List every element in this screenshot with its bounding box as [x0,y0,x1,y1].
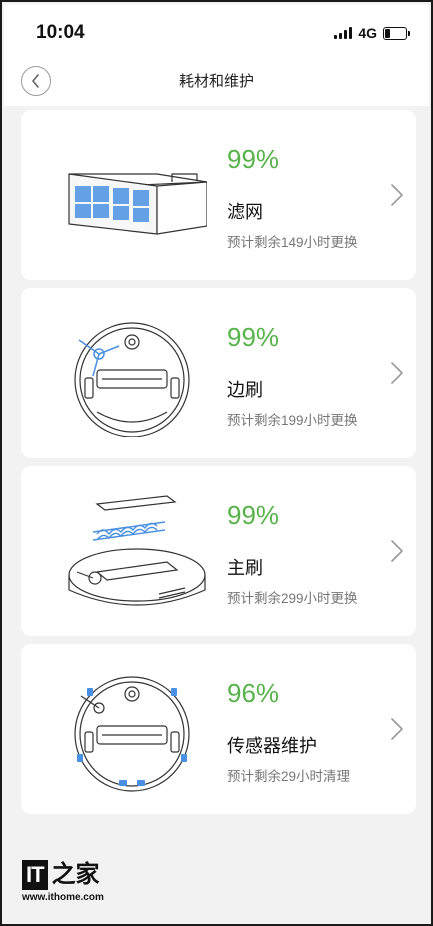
watermark-url: www.ithome.com [22,892,104,903]
app-frame: 10:04 4G 耗材和维护 99% 滤网 预计剩余149小时更换 99% 边刷… [0,0,433,926]
battery-icon [383,26,410,40]
consumable-card-main-brush[interactable]: 99% 主刷 预计剩余299小时更换 [21,466,416,636]
remaining-time: 预计剩余149小时更换 [227,235,358,250]
status-indicators: 4G [334,25,410,41]
status-time: 10:04 [36,22,85,43]
consumable-card-filter[interactable]: 99% 滤网 预计剩余149小时更换 [21,110,416,280]
consumable-name: 传感器维护 [227,736,317,756]
consumable-name: 滤网 [227,202,263,222]
consumable-card-sensor[interactable]: 96% 传感器维护 预计剩余29小时清理 [21,644,416,814]
watermark-logo-it: IT [22,860,48,890]
watermark: IT 之家 www.ithome.com [22,860,104,903]
remaining-time: 预计剩余29小时清理 [227,769,351,784]
chevron-right-icon [391,718,403,740]
consumable-card-side-brush[interactable]: 99% 边刷 预计剩余199小时更换 [21,288,416,458]
remaining-percent: 99% [227,322,280,352]
side-brush-icon [74,322,190,437]
network-type: 4G [358,25,377,41]
watermark-logo-text: 之家 [51,861,100,888]
remaining-time: 预计剩余199小时更换 [227,413,358,428]
remaining-time: 预计剩余299小时更换 [227,591,358,606]
chevron-right-icon [391,184,403,206]
status-bar: 10:04 4G [4,4,429,56]
chevron-right-icon [391,540,403,562]
remaining-percent: 99% [227,144,280,174]
consumable-name: 边刷 [227,380,263,400]
consumable-name: 主刷 [227,558,263,578]
filter-icon [68,173,207,235]
chevron-right-icon [391,362,403,384]
remaining-percent: 96% [227,678,280,708]
watermark-logo: IT 之家 [22,860,104,890]
nav-bar: 耗材和维护 [4,56,429,106]
main-brush-icon [68,495,206,606]
remaining-percent: 99% [227,500,280,530]
sensor-icon [74,676,190,792]
signal-icon [334,27,353,39]
page-title: 耗材和维护 [178,73,254,90]
